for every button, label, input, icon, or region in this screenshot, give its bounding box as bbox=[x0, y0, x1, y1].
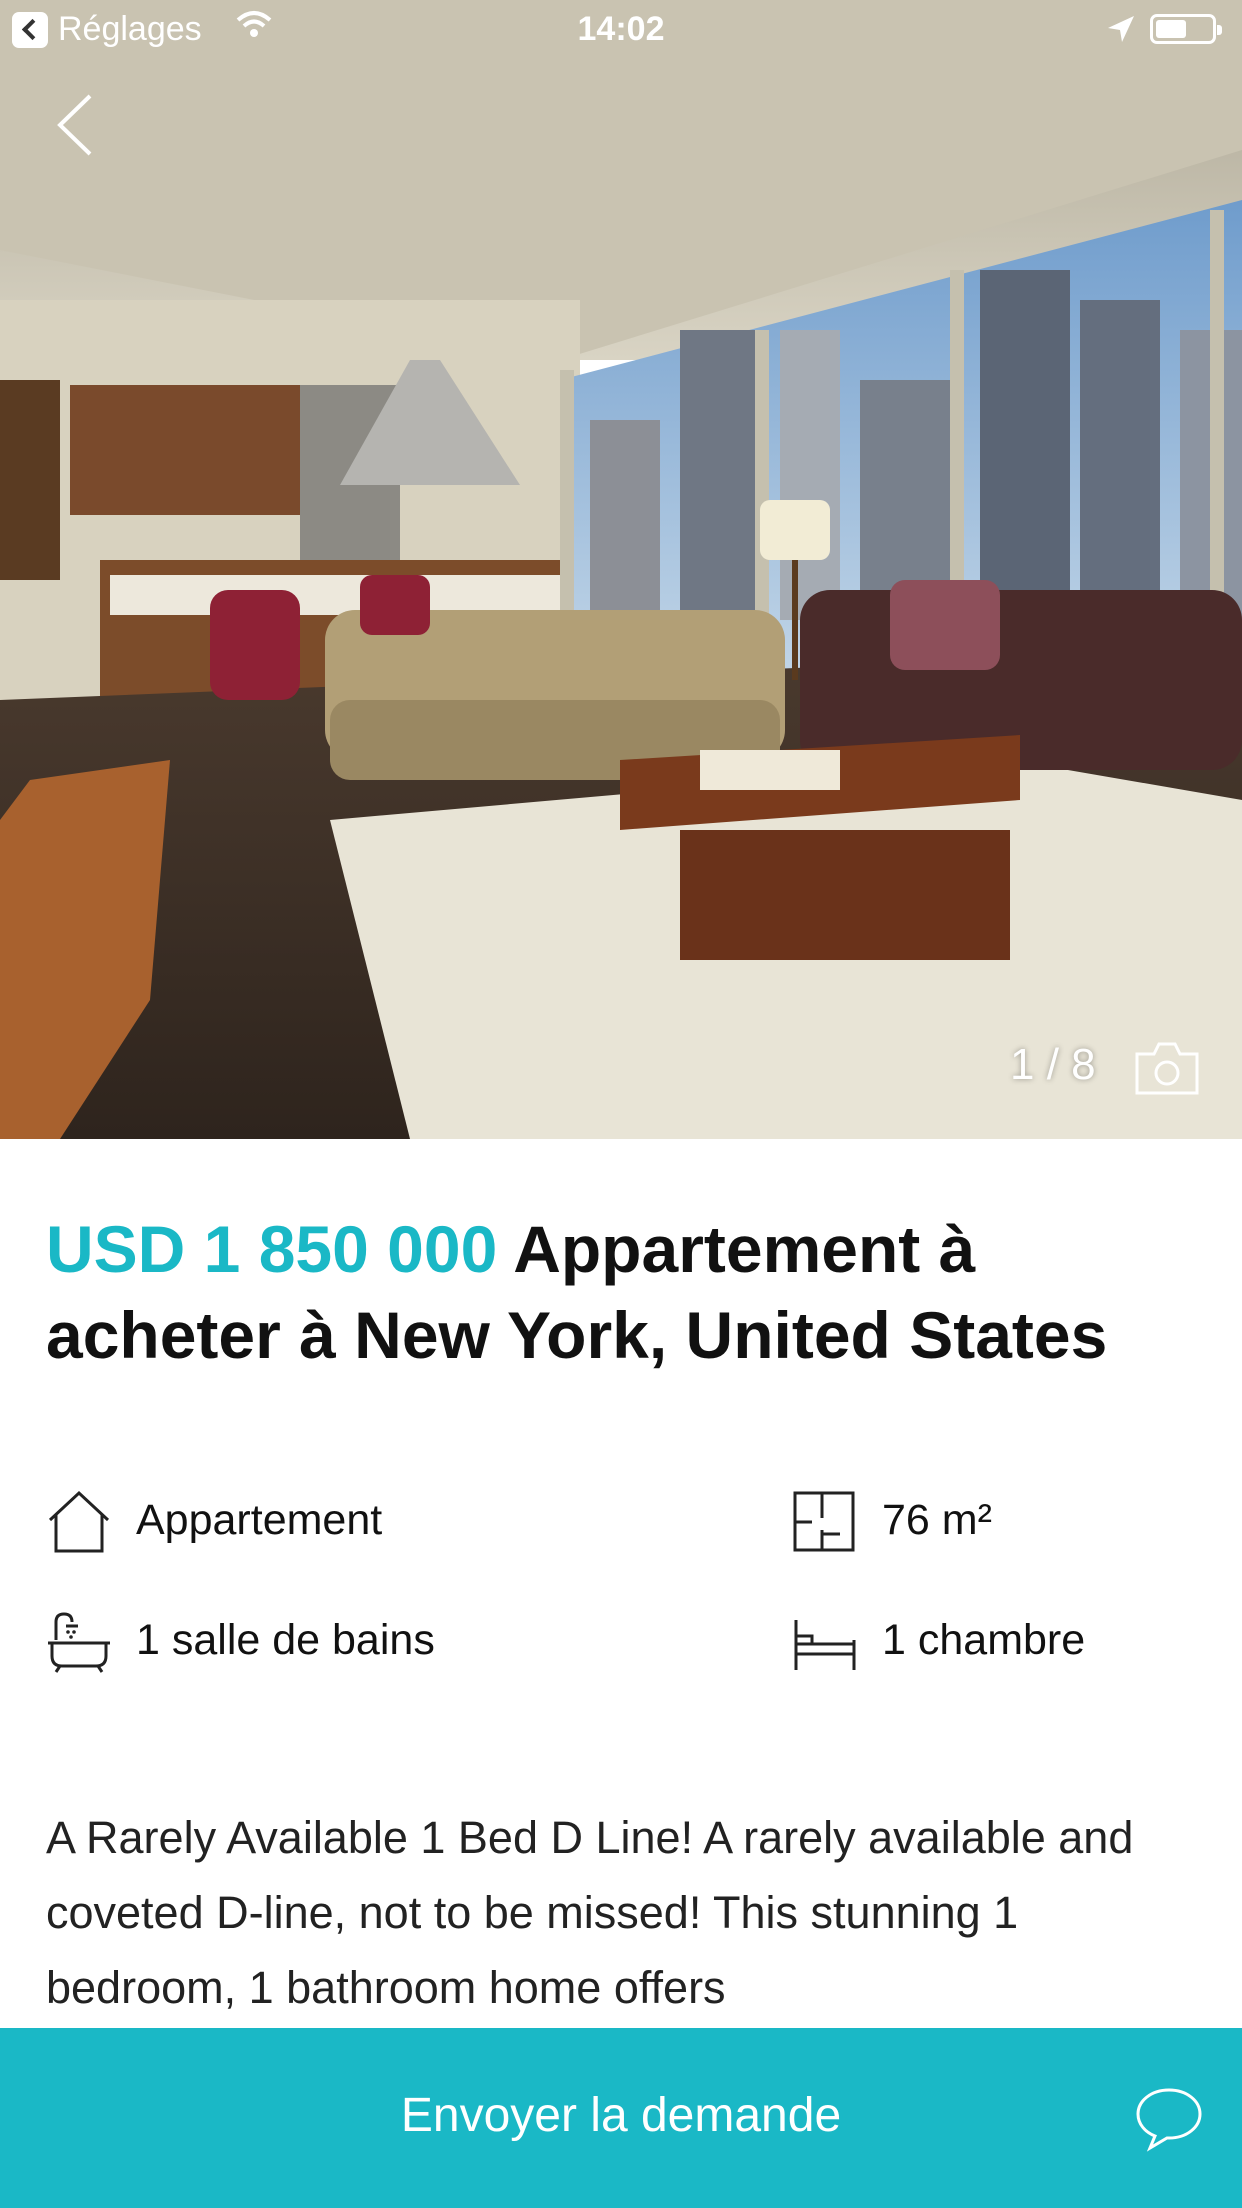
listing-photo[interactable] bbox=[0, 0, 1242, 1139]
feature-label: Appartement bbox=[136, 1496, 383, 1544]
listing-price: USD 1 850 000 bbox=[46, 1212, 498, 1286]
listing-description: A Rarely Available 1 Bed D Line! A rarel… bbox=[46, 1812, 1134, 2013]
chat-bubble-icon[interactable] bbox=[1134, 2086, 1204, 2152]
battery-level bbox=[1156, 20, 1186, 38]
status-bar: Réglages 14:02 bbox=[0, 0, 1242, 60]
feature-label: 76 m² bbox=[882, 1496, 992, 1544]
send-request-button[interactable]: Envoyer la demande bbox=[0, 2088, 1242, 2143]
photo-counter: 1 / 8 bbox=[1010, 1040, 1096, 1089]
bathtub-icon bbox=[46, 1610, 112, 1674]
send-request-bar: Envoyer la demande bbox=[0, 2028, 1242, 2208]
camera-icon[interactable] bbox=[1134, 1040, 1200, 1096]
location-arrow-icon bbox=[1106, 14, 1136, 53]
floorplan-icon bbox=[792, 1490, 858, 1554]
house-icon bbox=[46, 1490, 112, 1554]
battery-icon bbox=[1150, 14, 1222, 44]
feature-label: 1 chambre bbox=[882, 1616, 1086, 1664]
status-time: 14:02 bbox=[577, 10, 665, 48]
back-chevron-icon[interactable] bbox=[54, 90, 114, 160]
feature-label: 1 salle de bains bbox=[136, 1616, 435, 1664]
listing-title: USD 1 850 000 Appartement à acheter à Ne… bbox=[46, 1206, 1206, 1378]
bed-icon bbox=[792, 1610, 858, 1674]
